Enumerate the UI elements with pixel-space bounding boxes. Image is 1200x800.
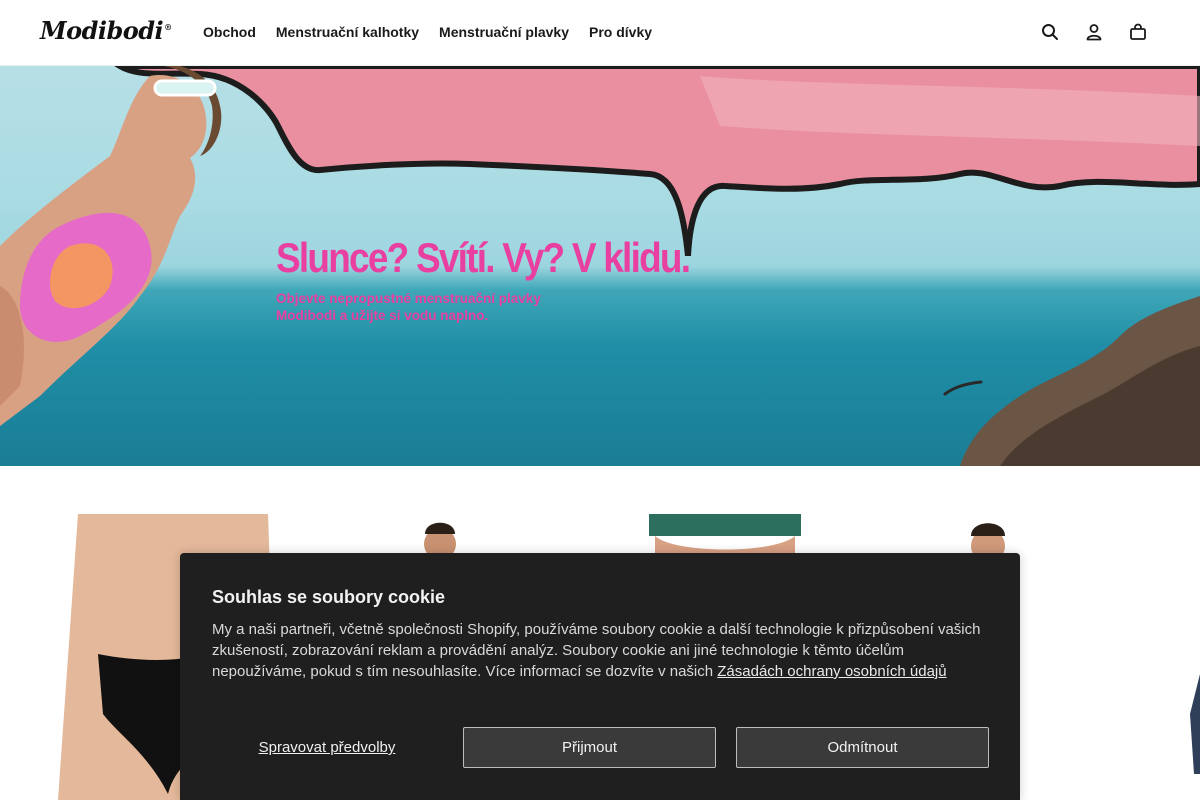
diver-image	[943, 380, 983, 396]
decline-button[interactable]: Odmítnout	[736, 727, 989, 768]
search-icon[interactable]	[1040, 22, 1060, 42]
main-nav: Obchod Menstruační kalhotky Menstruační …	[203, 24, 652, 40]
hero-subtitle-line-1: Objevte nepropustné menstruační plavky	[276, 291, 541, 306]
nav-item-teens[interactable]: Pro dívky	[589, 24, 652, 40]
cookie-consent-dialog: Souhlas se soubory cookie My a naši part…	[180, 553, 1020, 800]
model-in-swimsuit-image	[0, 66, 222, 426]
cookie-title: Souhlas se soubory cookie	[212, 587, 446, 607]
hero-subtitle: Objevte nepropustné menstruační plavky M…	[276, 290, 596, 324]
product-image-model-5[interactable]	[1180, 514, 1200, 800]
registered-mark: ®	[164, 22, 172, 32]
hero-subtitle-line-2: Modibodi a užijte si vodu naplno.	[276, 308, 489, 323]
site-header: Modibodi® Obchod Menstruační kalhotky Me…	[0, 0, 1200, 66]
cookie-text: My a naši partneři, včetně společnosti S…	[212, 619, 988, 682]
accept-button[interactable]: Přijmout	[463, 727, 716, 768]
cart-icon[interactable]	[1128, 22, 1148, 42]
nav-item-period-underwear[interactable]: Menstruační kalhotky	[276, 24, 419, 40]
logo-text: Modibodi	[40, 16, 164, 45]
hero-title: Slunce? Svítí. Vy? V klidu.	[276, 234, 691, 281]
brand-logo[interactable]: Modibodi®	[40, 16, 172, 45]
privacy-policy-link[interactable]: Zásadách ochrany osobních údajů	[717, 663, 946, 680]
hero-banner[interactable]: Slunce? Svítí. Vy? V klidu. Objevte nepr…	[0, 66, 1200, 466]
header-icons	[1040, 22, 1148, 42]
manage-preferences-button[interactable]: Spravovat předvolby	[212, 727, 442, 768]
nav-item-period-swimwear[interactable]: Menstruační plavky	[439, 24, 569, 40]
rocks-image	[960, 296, 1200, 466]
nav-item-shop[interactable]: Obchod	[203, 24, 256, 40]
account-icon[interactable]	[1084, 22, 1104, 42]
